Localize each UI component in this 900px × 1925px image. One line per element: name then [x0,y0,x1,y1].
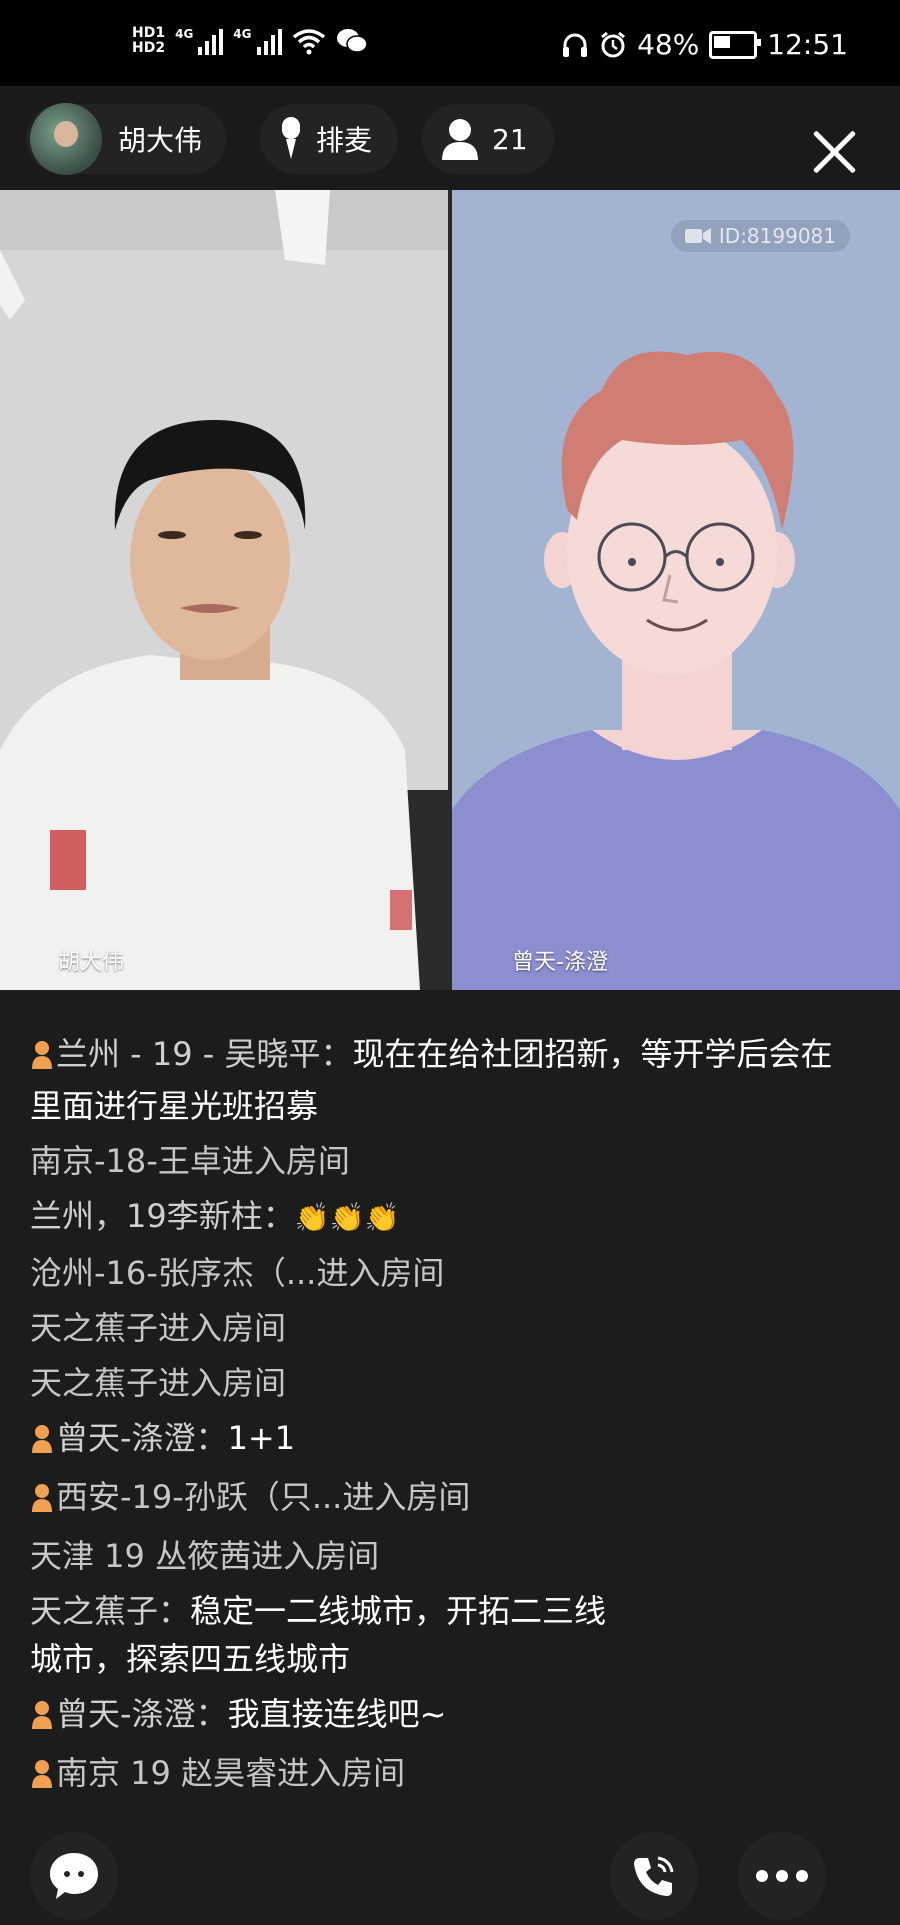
user-icon [440,118,480,160]
signal-icon-2: 4G [233,27,282,55]
chat-join-notice: 天之蕉子进入房间 [30,1364,287,1402]
chat-join-text: 南京 19 赵昊睿进入房间 [56,1754,406,1792]
mic-queue-button[interactable]: 排麦 [260,104,399,174]
chat-join-notice: 天津 19 丛筱茜进入房间 [30,1537,380,1575]
guest-video[interactable]: ID:8199081 曾天-涤澄 [452,190,900,990]
audience-count-button[interactable]: 21 [422,104,554,174]
chat-message: 天之蕉子：稳定一二线城市，开拓二三线城市，探索四五线城市 [30,1587,630,1683]
guest-avatar-illustration [452,190,900,990]
more-options-button[interactable] [738,1832,826,1920]
host-video[interactable]: 胡大伟 [0,190,448,990]
host-video-name: 胡大伟 [58,950,125,975]
viewer-count: 21 [492,122,528,156]
microphone-icon [278,117,304,161]
hd-indicator: HD1 HD2 [132,26,165,56]
more-icon [756,1870,808,1882]
user-badge-icon [30,1418,54,1466]
alarm-icon [601,31,625,57]
chat-join-notice: 南京 19 赵昊睿进入房间 [30,1749,850,1801]
hd1-label: HD1 [132,25,166,41]
chat-join-notice: 沧州-16-张序杰（...进入房间 [30,1254,445,1292]
chat-text: 1+1 [227,1419,296,1457]
host-name: 胡大伟 [118,124,203,157]
chat-bubble-icon [50,1853,98,1899]
host-avatar [30,103,102,175]
chat-message: 曾天-涤澄：1+1 [30,1414,850,1466]
user-badge-icon [30,1477,54,1525]
chat-message: 曾天-涤澄：我直接连线吧~ [30,1690,850,1742]
network-type-1: 4G [175,27,194,41]
battery-percent: 48% [637,28,700,61]
live-room-screen: HD1 HD2 4G 4G 48% 12:51 胡大伟 排麦 21 胡大伟 ID… [0,0,900,1925]
network-type-2: 4G [233,27,252,41]
clock-time: 12:51 [767,28,848,61]
host-profile-button[interactable]: 胡大伟 [26,103,227,175]
signal-icon-1: 4G [175,27,224,55]
guest-video-name: 曾天-涤澄 [512,950,608,975]
wechat-icon [336,29,368,53]
video-camera-icon [684,228,711,244]
hd2-label: HD2 [132,40,166,56]
status-bar: HD1 HD2 4G 4G 48% 12:51 [0,0,900,86]
chat-sender: 天之蕉子： [30,1592,191,1630]
chat-text: 我直接连线吧~ [227,1695,447,1733]
chat-message: 兰州 - 19 - 吴晓平：现在在给社团招新，等开学后会在里面进行星光班招募 [30,1030,850,1130]
headphones-icon [563,33,588,57]
phone-icon [634,1856,674,1896]
chat-sender: 曾天-涤澄： [56,1419,228,1457]
chat-input-button[interactable] [30,1832,118,1920]
user-badge-icon [30,1753,54,1801]
chat-join-notice: 天之蕉子进入房间 [30,1309,287,1347]
chat-join-text: 西安-19-孙跃（只...进入房间 [56,1478,471,1516]
chat-feed[interactable]: 兰州 - 19 - 吴晓平：现在在给社团招新，等开学后会在里面进行星光班招募 南… [30,1030,850,1808]
user-badge-icon [30,1694,54,1742]
status-left: HD1 HD2 4G 4G [132,26,368,56]
guest-id-badge: ID:8199081 [670,220,850,252]
room-top-bar: 胡大伟 排麦 21 [0,86,900,190]
close-icon[interactable] [806,124,862,180]
status-right: 48% 12:51 [561,28,848,61]
chat-join-notice: 南京-18-王卓进入房间 [30,1142,350,1180]
user-badge-icon [30,1034,54,1082]
chat-sender: 曾天-涤澄： [56,1695,228,1733]
host-camera-feed [0,190,448,990]
call-connect-button[interactable] [610,1832,698,1920]
guest-id: ID:8199081 [718,224,836,248]
chat-message: 兰州，19李新柱：👏👏👏 [30,1192,850,1242]
chat-sender: 兰州，19李新柱： [30,1197,295,1235]
battery-icon [709,30,762,59]
chat-sender: 兰州 - 19 - 吴晓平： [56,1035,353,1073]
mic-queue-label: 排麦 [316,124,373,157]
chat-text: 👏👏👏 [294,1201,400,1234]
wifi-icon [292,29,325,55]
chat-join-notice: 西安-19-孙跃（只...进入房间 [30,1473,850,1525]
